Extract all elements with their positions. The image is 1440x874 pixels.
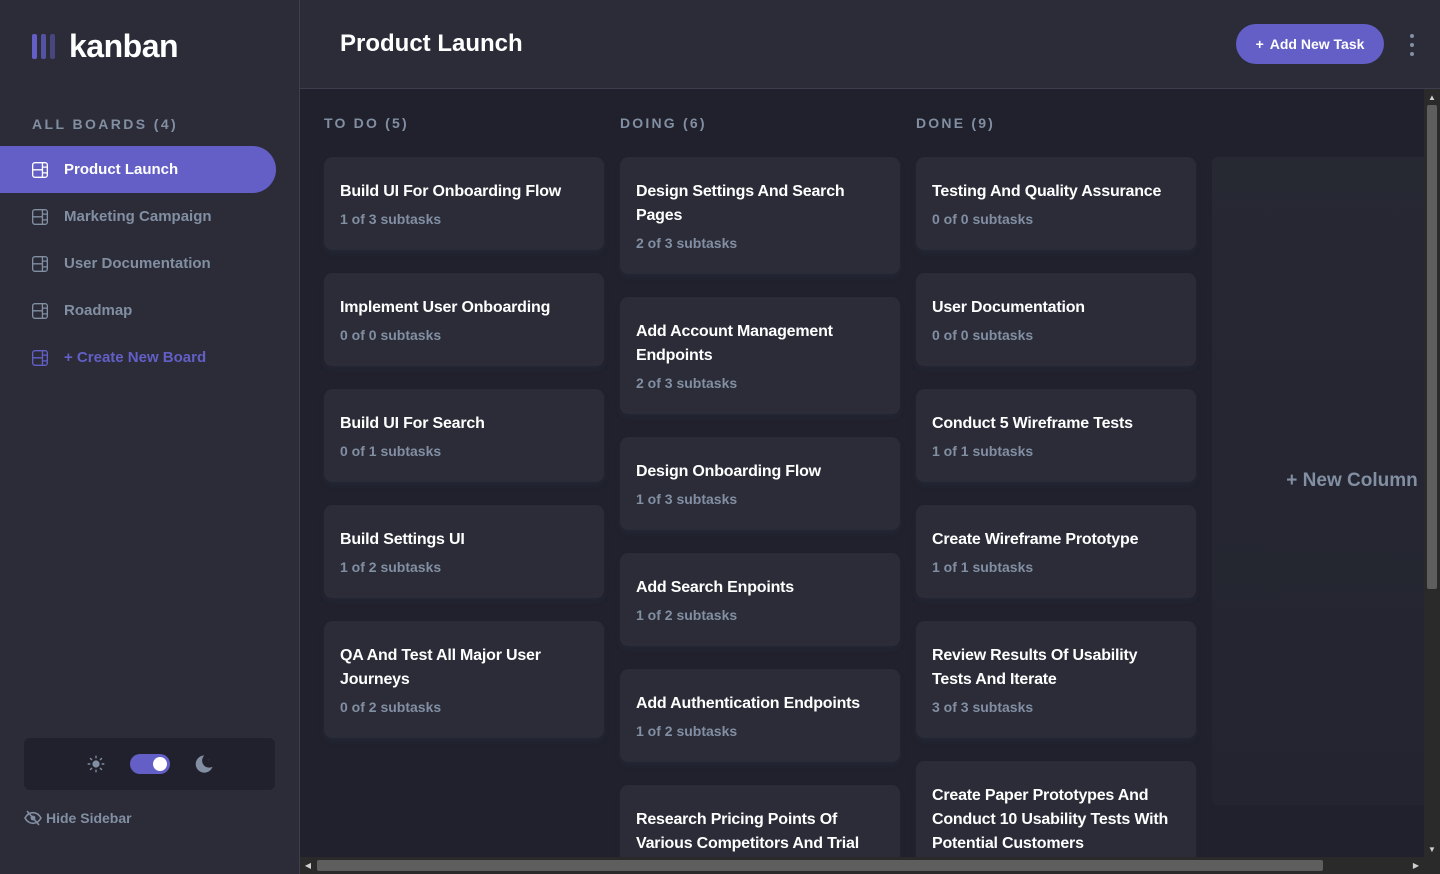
logo-icon [32, 34, 55, 59]
vertical-scrollbar[interactable]: ▲ ▼ [1424, 89, 1440, 857]
task-card[interactable]: Build UI For Onboarding Flow 1 of 3 subt… [324, 157, 604, 250]
task-title: Add Search Enpoints [636, 579, 794, 596]
task-subtasks: 1 of 1 subtasks [932, 559, 1034, 575]
task-subtasks: 1 of 3 subtasks [636, 491, 738, 507]
task-title: Create Paper Prototypes And Conduct 10 U… [932, 787, 1169, 852]
more-options-icon[interactable] [1408, 34, 1416, 56]
column-heading: DONE (9) [916, 115, 996, 131]
task-subtasks: 0 of 1 subtasks [340, 443, 442, 459]
task-card[interactable]: Create Wireframe Prototype 1 of 1 subtas… [916, 505, 1196, 598]
task-title: Create Wireframe Prototype [932, 531, 1139, 548]
task-title: Implement User Onboarding [340, 299, 551, 316]
scroll-down-icon[interactable]: ▼ [1424, 841, 1440, 857]
task-card[interactable]: Conduct 5 Wireframe Tests 1 of 1 subtask… [916, 389, 1196, 482]
sidebar-item-roadmap[interactable]: Roadmap [0, 287, 276, 334]
theme-toggle-panel [24, 738, 275, 790]
new-column-button[interactable]: + New Column [1212, 157, 1424, 805]
column-heading: DOING (6) [620, 115, 707, 131]
logo-text: kanban [69, 28, 179, 64]
task-title: QA And Test All Major User Journeys [340, 647, 541, 688]
header: Product Launch + Add New Task [300, 0, 1440, 89]
plus-icon: + [1255, 36, 1264, 52]
scrollbar-corner [1424, 857, 1440, 874]
task-subtasks: 1 of 1 subtasks [932, 443, 1034, 459]
task-title: Research Pricing Points Of Various Compe… [636, 811, 859, 852]
sidebar: kanban ALL BOARDS (4) Product Launch Mar… [0, 0, 300, 874]
task-card[interactable]: QA And Test All Major User Journeys 0 of… [324, 621, 604, 738]
task-subtasks: 0 of 0 subtasks [932, 327, 1034, 343]
page-title: Product Launch [340, 30, 523, 57]
sidebar-item-label: User Documentation [64, 255, 211, 272]
task-card[interactable]: Design Onboarding Flow 1 of 3 subtasks [620, 437, 900, 530]
sidebar-item-label: Product Launch [64, 161, 179, 178]
vertical-scroll-thumb[interactable] [1427, 105, 1437, 589]
task-title: User Documentation [932, 299, 1085, 316]
task-subtasks: 1 of 3 subtasks [340, 211, 442, 227]
task-title: Build Settings UI [340, 531, 465, 548]
sidebar-item-user-documentation[interactable]: User Documentation [0, 240, 276, 287]
switch-knob [152, 757, 167, 771]
task-subtasks: 0 of 2 subtasks [340, 699, 442, 715]
scroll-up-icon[interactable]: ▲ [1424, 89, 1440, 105]
create-new-board-button[interactable]: + Create New Board [0, 334, 276, 381]
task-card[interactable]: Review Results Of Usability Tests And It… [916, 621, 1196, 738]
all-boards-heading: ALL BOARDS (4) [32, 116, 179, 132]
task-card[interactable]: Design Settings And Search Pages 2 of 3 … [620, 157, 900, 274]
board-icon [32, 349, 48, 366]
task-title: Review Results Of Usability Tests And It… [932, 647, 1138, 688]
task-subtasks: 2 of 3 subtasks [636, 235, 738, 251]
moon-icon [194, 754, 214, 774]
sidebar-item-label: Marketing Campaign [64, 208, 212, 225]
task-card[interactable]: Build Settings UI 1 of 2 subtasks [324, 505, 604, 598]
task-card[interactable]: Add Search Enpoints 1 of 2 subtasks [620, 553, 900, 646]
sun-icon [86, 754, 106, 774]
board-icon [32, 208, 48, 225]
sidebar-item-product-launch[interactable]: Product Launch [0, 146, 276, 193]
task-title: Design Onboarding Flow [636, 463, 821, 480]
board-icon [32, 302, 48, 319]
app-logo: kanban [32, 28, 179, 65]
task-card[interactable]: Add Authentication Endpoints 1 of 2 subt… [620, 669, 900, 762]
sidebar-item-label: Roadmap [64, 302, 133, 319]
board-icon [32, 255, 48, 272]
task-subtasks: 1 of 2 subtasks [636, 607, 738, 623]
task-card[interactable]: Implement User Onboarding 0 of 0 subtask… [324, 273, 604, 366]
horizontal-scroll-thumb[interactable] [317, 860, 1323, 871]
task-title: Build UI For Search [340, 415, 485, 432]
task-card[interactable]: Build UI For Search 0 of 1 subtasks [324, 389, 604, 482]
task-card[interactable]: Add Account Management Endpoints 2 of 3 … [620, 297, 900, 414]
task-title: Design Settings And Search Pages [636, 183, 845, 224]
add-new-task-button[interactable]: + Add New Task [1236, 24, 1384, 64]
hide-sidebar-button[interactable]: Hide Sidebar [24, 810, 132, 826]
sidebar-item-marketing-campaign[interactable]: Marketing Campaign [0, 193, 276, 240]
task-subtasks: 1 of 2 subtasks [340, 559, 442, 575]
theme-switch[interactable] [129, 754, 170, 774]
task-card[interactable]: User Documentation 0 of 0 subtasks [916, 273, 1196, 366]
column-heading: TO DO (5) [324, 115, 409, 131]
create-new-board-label: + Create New Board [64, 349, 207, 366]
hide-sidebar-label: Hide Sidebar [46, 810, 132, 826]
task-subtasks: 3 of 3 subtasks [932, 699, 1034, 715]
task-subtasks: 1 of 2 subtasks [636, 723, 738, 739]
horizontal-scrollbar[interactable]: ◀ ▶ [300, 857, 1424, 874]
board-icon [32, 161, 48, 178]
task-title: Add Account Management Endpoints [636, 323, 833, 364]
task-title: Add Authentication Endpoints [636, 695, 861, 712]
task-subtasks: 0 of 0 subtasks [340, 327, 442, 343]
scroll-right-icon[interactable]: ▶ [1408, 857, 1424, 874]
task-card[interactable]: Research Pricing Points Of Various Compe… [620, 785, 900, 857]
board-list: Product Launch Marketing Campaign User D… [0, 146, 276, 381]
task-subtasks: 0 of 0 subtasks [932, 211, 1034, 227]
task-title: Testing And Quality Assurance [932, 183, 1162, 200]
task-title: Conduct 5 Wireframe Tests [932, 415, 1133, 432]
task-subtasks: 2 of 3 subtasks [636, 375, 738, 391]
kanban-app: kanban ALL BOARDS (4) Product Launch Mar… [0, 0, 1440, 874]
scroll-left-icon[interactable]: ◀ [300, 857, 316, 874]
eye-slash-icon [24, 810, 42, 826]
task-card[interactable]: Create Paper Prototypes And Conduct 10 U… [916, 761, 1196, 857]
task-card[interactable]: Testing And Quality Assurance 0 of 0 sub… [916, 157, 1196, 250]
board: TO DO (5) Build UI For Onboarding Flow 1… [300, 89, 1424, 857]
add-new-task-label: Add New Task [1269, 36, 1365, 52]
task-title: Build UI For Onboarding Flow [340, 183, 562, 200]
